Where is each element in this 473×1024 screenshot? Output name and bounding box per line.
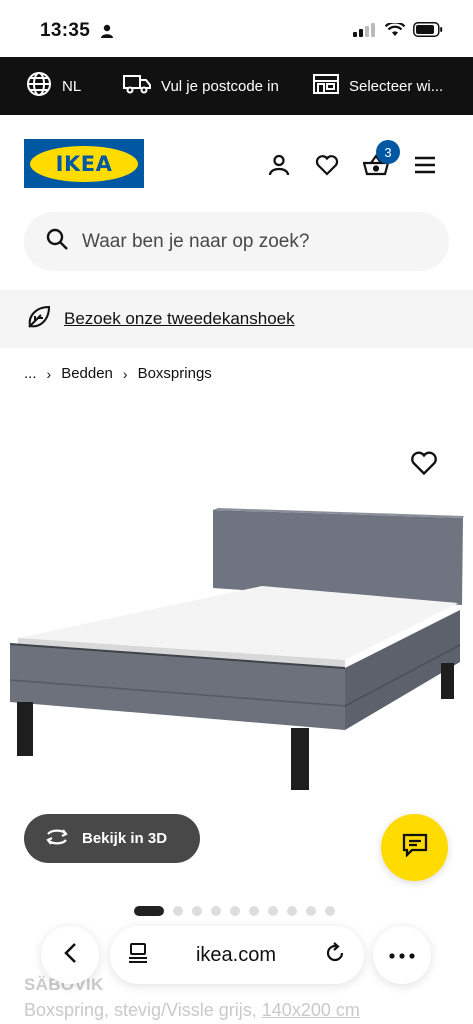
reload-icon[interactable] — [324, 941, 346, 969]
chat-icon — [402, 833, 428, 862]
logo-text: IKEA — [55, 151, 113, 176]
heart-icon[interactable] — [313, 151, 341, 179]
back-icon — [63, 942, 77, 969]
breadcrumb-item-boxsprings[interactable]: Boxsprings — [138, 365, 212, 382]
wifi-icon — [384, 20, 406, 42]
more-icon — [389, 946, 415, 964]
gallery-pagination[interactable] — [134, 906, 335, 916]
chevron-right-icon: › — [46, 365, 52, 382]
url-text: ikea.com — [195, 943, 277, 966]
leaf-icon — [26, 304, 52, 335]
search-icon — [46, 228, 68, 255]
gallery-dot[interactable] — [230, 906, 240, 916]
gallery-dot[interactable] — [211, 906, 221, 916]
second-chance-link[interactable]: Bezoek onze tweedekanshoek — [64, 309, 295, 329]
chat-button[interactable] — [381, 814, 448, 881]
view-in-3d-button[interactable]: Bekijk in 3D — [24, 814, 200, 863]
view-in-3d-label: Bekijk in 3D — [82, 830, 168, 847]
top-strip: NL Vul je postcode in Selecteer wi... — [0, 57, 473, 115]
store-selector[interactable]: Selecteer wi... — [313, 73, 463, 99]
postcode-label: Vul je postcode in — [161, 77, 279, 95]
breadcrumb: ... › Bedden › Boxsprings — [24, 365, 212, 382]
product-size-link[interactable]: 140x200 cm — [262, 1000, 360, 1020]
breadcrumb-item-bedden[interactable]: Bedden — [61, 365, 113, 382]
store-label: Selecteer wi... — [349, 77, 444, 95]
status-bar: 13:35 — [0, 0, 473, 57]
product-description: Boxspring, stevig/Vissle grijs, 140x200 … — [24, 1000, 360, 1021]
header: IKEA — [0, 115, 473, 212]
browser-back-button[interactable] — [41, 926, 99, 984]
gallery-dot[interactable] — [192, 906, 202, 916]
ikea-logo[interactable]: IKEA — [24, 139, 144, 188]
address-bar[interactable]: ikea.com — [110, 926, 364, 984]
user-icon[interactable] — [265, 151, 293, 179]
language-label: NL — [62, 77, 82, 95]
status-time: 13:35 — [40, 20, 91, 41]
search-input[interactable] — [82, 230, 422, 253]
store-icon — [313, 73, 339, 99]
chevron-right-icon: › — [122, 365, 128, 382]
product-description-text: Boxspring, stevig/Vissle grijs, — [24, 1000, 257, 1020]
person-icon — [100, 24, 114, 43]
tabs-icon[interactable] — [128, 942, 148, 969]
gallery-dot[interactable] — [325, 906, 335, 916]
menu-icon[interactable] — [411, 151, 439, 179]
signal-icon — [353, 22, 377, 42]
rotate-3d-icon — [44, 827, 70, 851]
heart-icon — [410, 451, 438, 480]
gallery-dot[interactable] — [287, 906, 297, 916]
truck-icon — [123, 73, 151, 99]
browser-more-button[interactable] — [373, 926, 431, 984]
search-bar[interactable] — [24, 212, 449, 271]
gallery-dot[interactable] — [134, 906, 164, 916]
product-image — [9, 508, 464, 790]
globe-icon — [26, 71, 52, 101]
add-to-wishlist-button[interactable] — [410, 450, 438, 481]
gallery-dot[interactable] — [173, 906, 183, 916]
postcode-selector[interactable]: Vul je postcode in — [123, 73, 279, 99]
gallery-dot[interactable] — [249, 906, 259, 916]
status-indicators — [353, 20, 443, 42]
breadcrumb-ellipsis[interactable]: ... — [24, 365, 37, 382]
second-chance-banner[interactable]: Bezoek onze tweedekanshoek — [0, 290, 473, 348]
gallery-dot[interactable] — [268, 906, 278, 916]
battery-icon — [413, 22, 443, 42]
gallery-dot[interactable] — [306, 906, 316, 916]
cart-count-badge: 3 — [376, 140, 400, 164]
language-selector[interactable]: NL — [26, 71, 81, 101]
